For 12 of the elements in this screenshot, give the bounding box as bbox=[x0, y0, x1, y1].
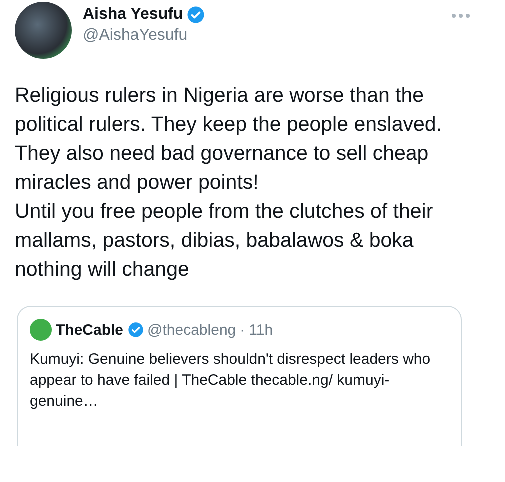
tweet-text: They also need bad governance to sell cheap miracles and power points! bbox=[15, 141, 430, 196]
separator: · bbox=[240, 322, 246, 338]
tweet-text: Religious rulers in Nigeria are worse than the political rulers. They keep the people enslaved. bbox=[15, 83, 443, 138]
tweet-text: Until you free people from the clutches of their mallams, pastors, dibias, babalawos & boka nothing will change bbox=[15, 199, 434, 283]
quote-time: 11h bbox=[249, 322, 274, 338]
quote-text: Kumuyi: Genuine believers shouldn't disrespect leaders who appear to have failed | TheCable thecable.ng/ kumuyi-genuine… bbox=[30, 350, 432, 412]
logo-icon bbox=[30, 319, 52, 341]
author-handle[interactable]: @AishaYesufu bbox=[83, 27, 441, 45]
author-name[interactable]: Aisha Yesufu bbox=[83, 6, 184, 24]
quoted-tweet-card[interactable]: TheCable @thecableng · 11h Kumuyi: Genuine believers shouldn't disrespect leaders who appear to have failed | TheCable thecable.ng/ kumuyi-genuine… bbox=[17, 306, 462, 446]
quote-handle: @thecableng bbox=[148, 322, 236, 338]
quote-author-name: TheCable bbox=[56, 322, 124, 338]
